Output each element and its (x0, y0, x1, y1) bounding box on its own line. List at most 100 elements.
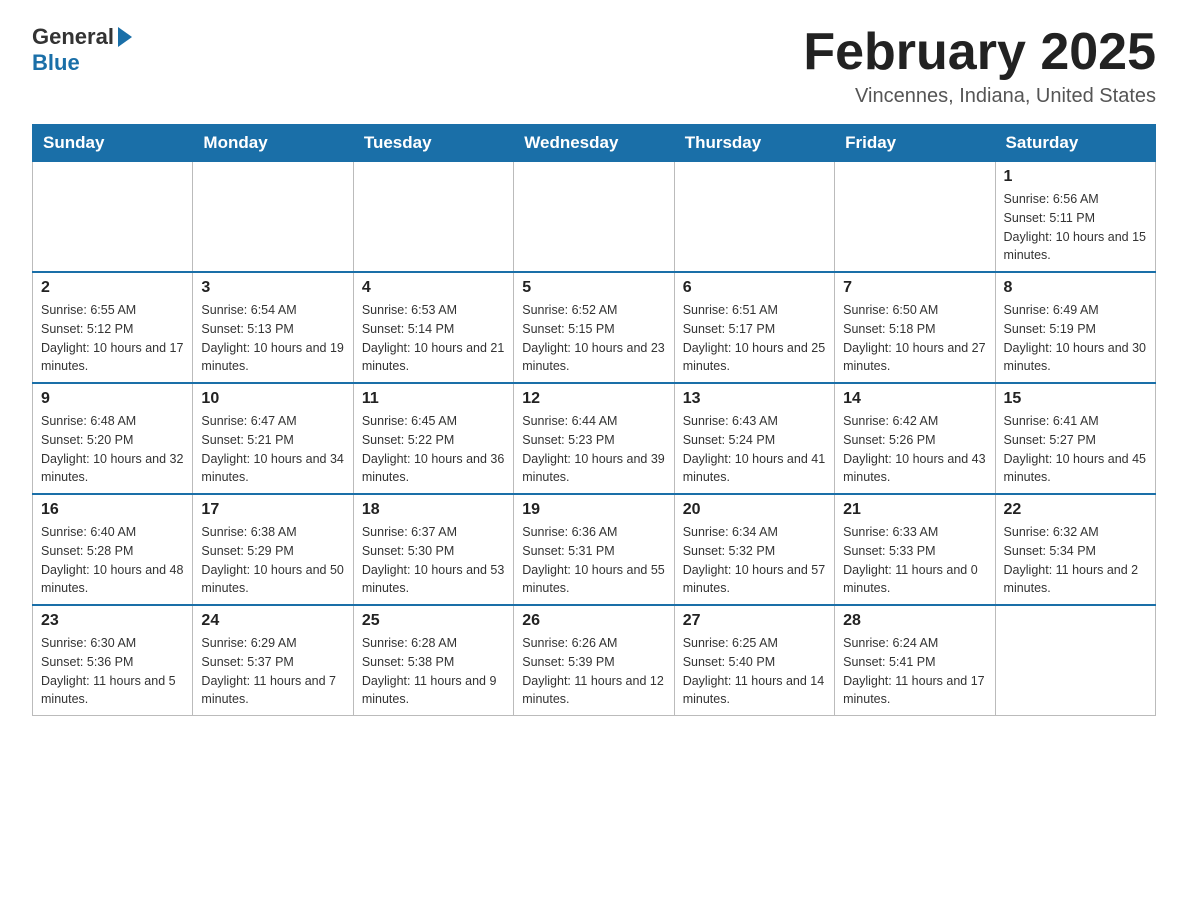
day-number: 1 (1004, 168, 1147, 186)
table-row: 9 Sunrise: 6:48 AMSunset: 5:20 PMDaylight… (33, 383, 193, 494)
calendar-week-row: 23 Sunrise: 6:30 AMSunset: 5:36 PMDayligh… (33, 605, 1156, 716)
day-info: Sunrise: 6:42 AMSunset: 5:26 PMDaylight:… (843, 412, 986, 487)
day-info: Sunrise: 6:41 AMSunset: 5:27 PMDaylight:… (1004, 412, 1147, 487)
table-row: 10 Sunrise: 6:47 AMSunset: 5:21 PMDayligh… (193, 383, 353, 494)
day-info: Sunrise: 6:24 AMSunset: 5:41 PMDaylight:… (843, 634, 986, 709)
title-section: February 2025 Vincennes, Indiana, United… (803, 24, 1156, 108)
col-header-thursday: Thursday (674, 125, 834, 162)
day-info: Sunrise: 6:36 AMSunset: 5:31 PMDaylight:… (522, 523, 665, 598)
day-number: 24 (201, 612, 344, 630)
day-number: 5 (522, 279, 665, 297)
day-number: 9 (41, 390, 184, 408)
day-info: Sunrise: 6:30 AMSunset: 5:36 PMDaylight:… (41, 634, 184, 709)
day-number: 18 (362, 501, 505, 519)
day-info: Sunrise: 6:25 AMSunset: 5:40 PMDaylight:… (683, 634, 826, 709)
table-row: 19 Sunrise: 6:36 AMSunset: 5:31 PMDayligh… (514, 494, 674, 605)
table-row: 2 Sunrise: 6:55 AMSunset: 5:12 PMDaylight… (33, 272, 193, 383)
table-row: 25 Sunrise: 6:28 AMSunset: 5:38 PMDayligh… (353, 605, 513, 716)
table-row (674, 162, 834, 273)
table-row: 7 Sunrise: 6:50 AMSunset: 5:18 PMDaylight… (835, 272, 995, 383)
day-info: Sunrise: 6:52 AMSunset: 5:15 PMDaylight:… (522, 301, 665, 376)
day-info: Sunrise: 6:37 AMSunset: 5:30 PMDaylight:… (362, 523, 505, 598)
table-row: 11 Sunrise: 6:45 AMSunset: 5:22 PMDayligh… (353, 383, 513, 494)
table-row: 14 Sunrise: 6:42 AMSunset: 5:26 PMDayligh… (835, 383, 995, 494)
calendar-header-row: Sunday Monday Tuesday Wednesday Thursday… (33, 125, 1156, 162)
day-number: 26 (522, 612, 665, 630)
day-info: Sunrise: 6:50 AMSunset: 5:18 PMDaylight:… (843, 301, 986, 376)
table-row: 1Sunrise: 6:56 AMSunset: 5:11 PMDaylight… (995, 162, 1155, 273)
day-info: Sunrise: 6:45 AMSunset: 5:22 PMDaylight:… (362, 412, 505, 487)
day-number: 22 (1004, 501, 1147, 519)
table-row (995, 605, 1155, 716)
day-number: 25 (362, 612, 505, 630)
table-row: 22 Sunrise: 6:32 AMSunset: 5:34 PMDayligh… (995, 494, 1155, 605)
col-header-tuesday: Tuesday (353, 125, 513, 162)
table-row: 18 Sunrise: 6:37 AMSunset: 5:30 PMDayligh… (353, 494, 513, 605)
logo-general-text: General (32, 24, 114, 50)
day-number: 12 (522, 390, 665, 408)
day-info: Sunrise: 6:54 AMSunset: 5:13 PMDaylight:… (201, 301, 344, 376)
calendar-week-row: 2 Sunrise: 6:55 AMSunset: 5:12 PMDaylight… (33, 272, 1156, 383)
day-number: 23 (41, 612, 184, 630)
day-info: Sunrise: 6:40 AMSunset: 5:28 PMDaylight:… (41, 523, 184, 598)
day-info: Sunrise: 6:44 AMSunset: 5:23 PMDaylight:… (522, 412, 665, 487)
table-row: 8 Sunrise: 6:49 AMSunset: 5:19 PMDaylight… (995, 272, 1155, 383)
table-row (193, 162, 353, 273)
calendar-week-row: 9 Sunrise: 6:48 AMSunset: 5:20 PMDaylight… (33, 383, 1156, 494)
day-info: Sunrise: 6:34 AMSunset: 5:32 PMDaylight:… (683, 523, 826, 598)
table-row: 17Sunrise: 6:38 AMSunset: 5:29 PMDayligh… (193, 494, 353, 605)
day-number: 3 (201, 279, 344, 297)
table-row: 6 Sunrise: 6:51 AMSunset: 5:17 PMDaylight… (674, 272, 834, 383)
table-row (33, 162, 193, 273)
day-info: Sunrise: 6:55 AMSunset: 5:12 PMDaylight:… (41, 301, 184, 376)
table-row (835, 162, 995, 273)
day-info: Sunrise: 6:49 AMSunset: 5:19 PMDaylight:… (1004, 301, 1147, 376)
day-info: Sunrise: 6:29 AMSunset: 5:37 PMDaylight:… (201, 634, 344, 709)
col-header-sunday: Sunday (33, 125, 193, 162)
logo-blue-text: Blue (32, 50, 80, 76)
day-number: 20 (683, 501, 826, 519)
month-title: February 2025 (803, 24, 1156, 81)
day-info: Sunrise: 6:48 AMSunset: 5:20 PMDaylight:… (41, 412, 184, 487)
day-number: 13 (683, 390, 826, 408)
day-number: 6 (683, 279, 826, 297)
day-number: 27 (683, 612, 826, 630)
day-number: 4 (362, 279, 505, 297)
day-info: Sunrise: 6:28 AMSunset: 5:38 PMDaylight:… (362, 634, 505, 709)
day-number: 15 (1004, 390, 1147, 408)
table-row (514, 162, 674, 273)
table-row (353, 162, 513, 273)
day-number: 11 (362, 390, 505, 408)
table-row: 13Sunrise: 6:43 AMSunset: 5:24 PMDayligh… (674, 383, 834, 494)
day-number: 10 (201, 390, 344, 408)
table-row: 12 Sunrise: 6:44 AMSunset: 5:23 PMDayligh… (514, 383, 674, 494)
day-number: 16 (41, 501, 184, 519)
calendar-week-row: 16 Sunrise: 6:40 AMSunset: 5:28 PMDayligh… (33, 494, 1156, 605)
day-number: 19 (522, 501, 665, 519)
table-row: 27 Sunrise: 6:25 AMSunset: 5:40 PMDayligh… (674, 605, 834, 716)
day-number: 2 (41, 279, 184, 297)
day-info: Sunrise: 6:51 AMSunset: 5:17 PMDaylight:… (683, 301, 826, 376)
day-info: Sunrise: 6:32 AMSunset: 5:34 PMDaylight:… (1004, 523, 1147, 598)
table-row: 26 Sunrise: 6:26 AMSunset: 5:39 PMDayligh… (514, 605, 674, 716)
calendar-week-row: 1Sunrise: 6:56 AMSunset: 5:11 PMDaylight… (33, 162, 1156, 273)
day-number: 21 (843, 501, 986, 519)
day-number: 7 (843, 279, 986, 297)
day-info: Sunrise: 6:47 AMSunset: 5:21 PMDaylight:… (201, 412, 344, 487)
day-info: Sunrise: 6:38 AMSunset: 5:29 PMDaylight:… (201, 523, 344, 598)
day-info: Sunrise: 6:26 AMSunset: 5:39 PMDaylight:… (522, 634, 665, 709)
day-info: Sunrise: 6:53 AMSunset: 5:14 PMDaylight:… (362, 301, 505, 376)
day-number: 28 (843, 612, 986, 630)
table-row: 21Sunrise: 6:33 AMSunset: 5:33 PMDayligh… (835, 494, 995, 605)
table-row: 3 Sunrise: 6:54 AMSunset: 5:13 PMDaylight… (193, 272, 353, 383)
location-subtitle: Vincennes, Indiana, United States (803, 85, 1156, 108)
table-row: 4 Sunrise: 6:53 AMSunset: 5:14 PMDaylight… (353, 272, 513, 383)
col-header-friday: Friday (835, 125, 995, 162)
table-row: 5 Sunrise: 6:52 AMSunset: 5:15 PMDaylight… (514, 272, 674, 383)
logo-arrow-icon (118, 27, 132, 47)
page-header: General Blue February 2025 Vincennes, In… (32, 24, 1156, 108)
table-row: 15 Sunrise: 6:41 AMSunset: 5:27 PMDayligh… (995, 383, 1155, 494)
day-number: 14 (843, 390, 986, 408)
table-row: 28 Sunrise: 6:24 AMSunset: 5:41 PMDayligh… (835, 605, 995, 716)
day-number: 8 (1004, 279, 1147, 297)
